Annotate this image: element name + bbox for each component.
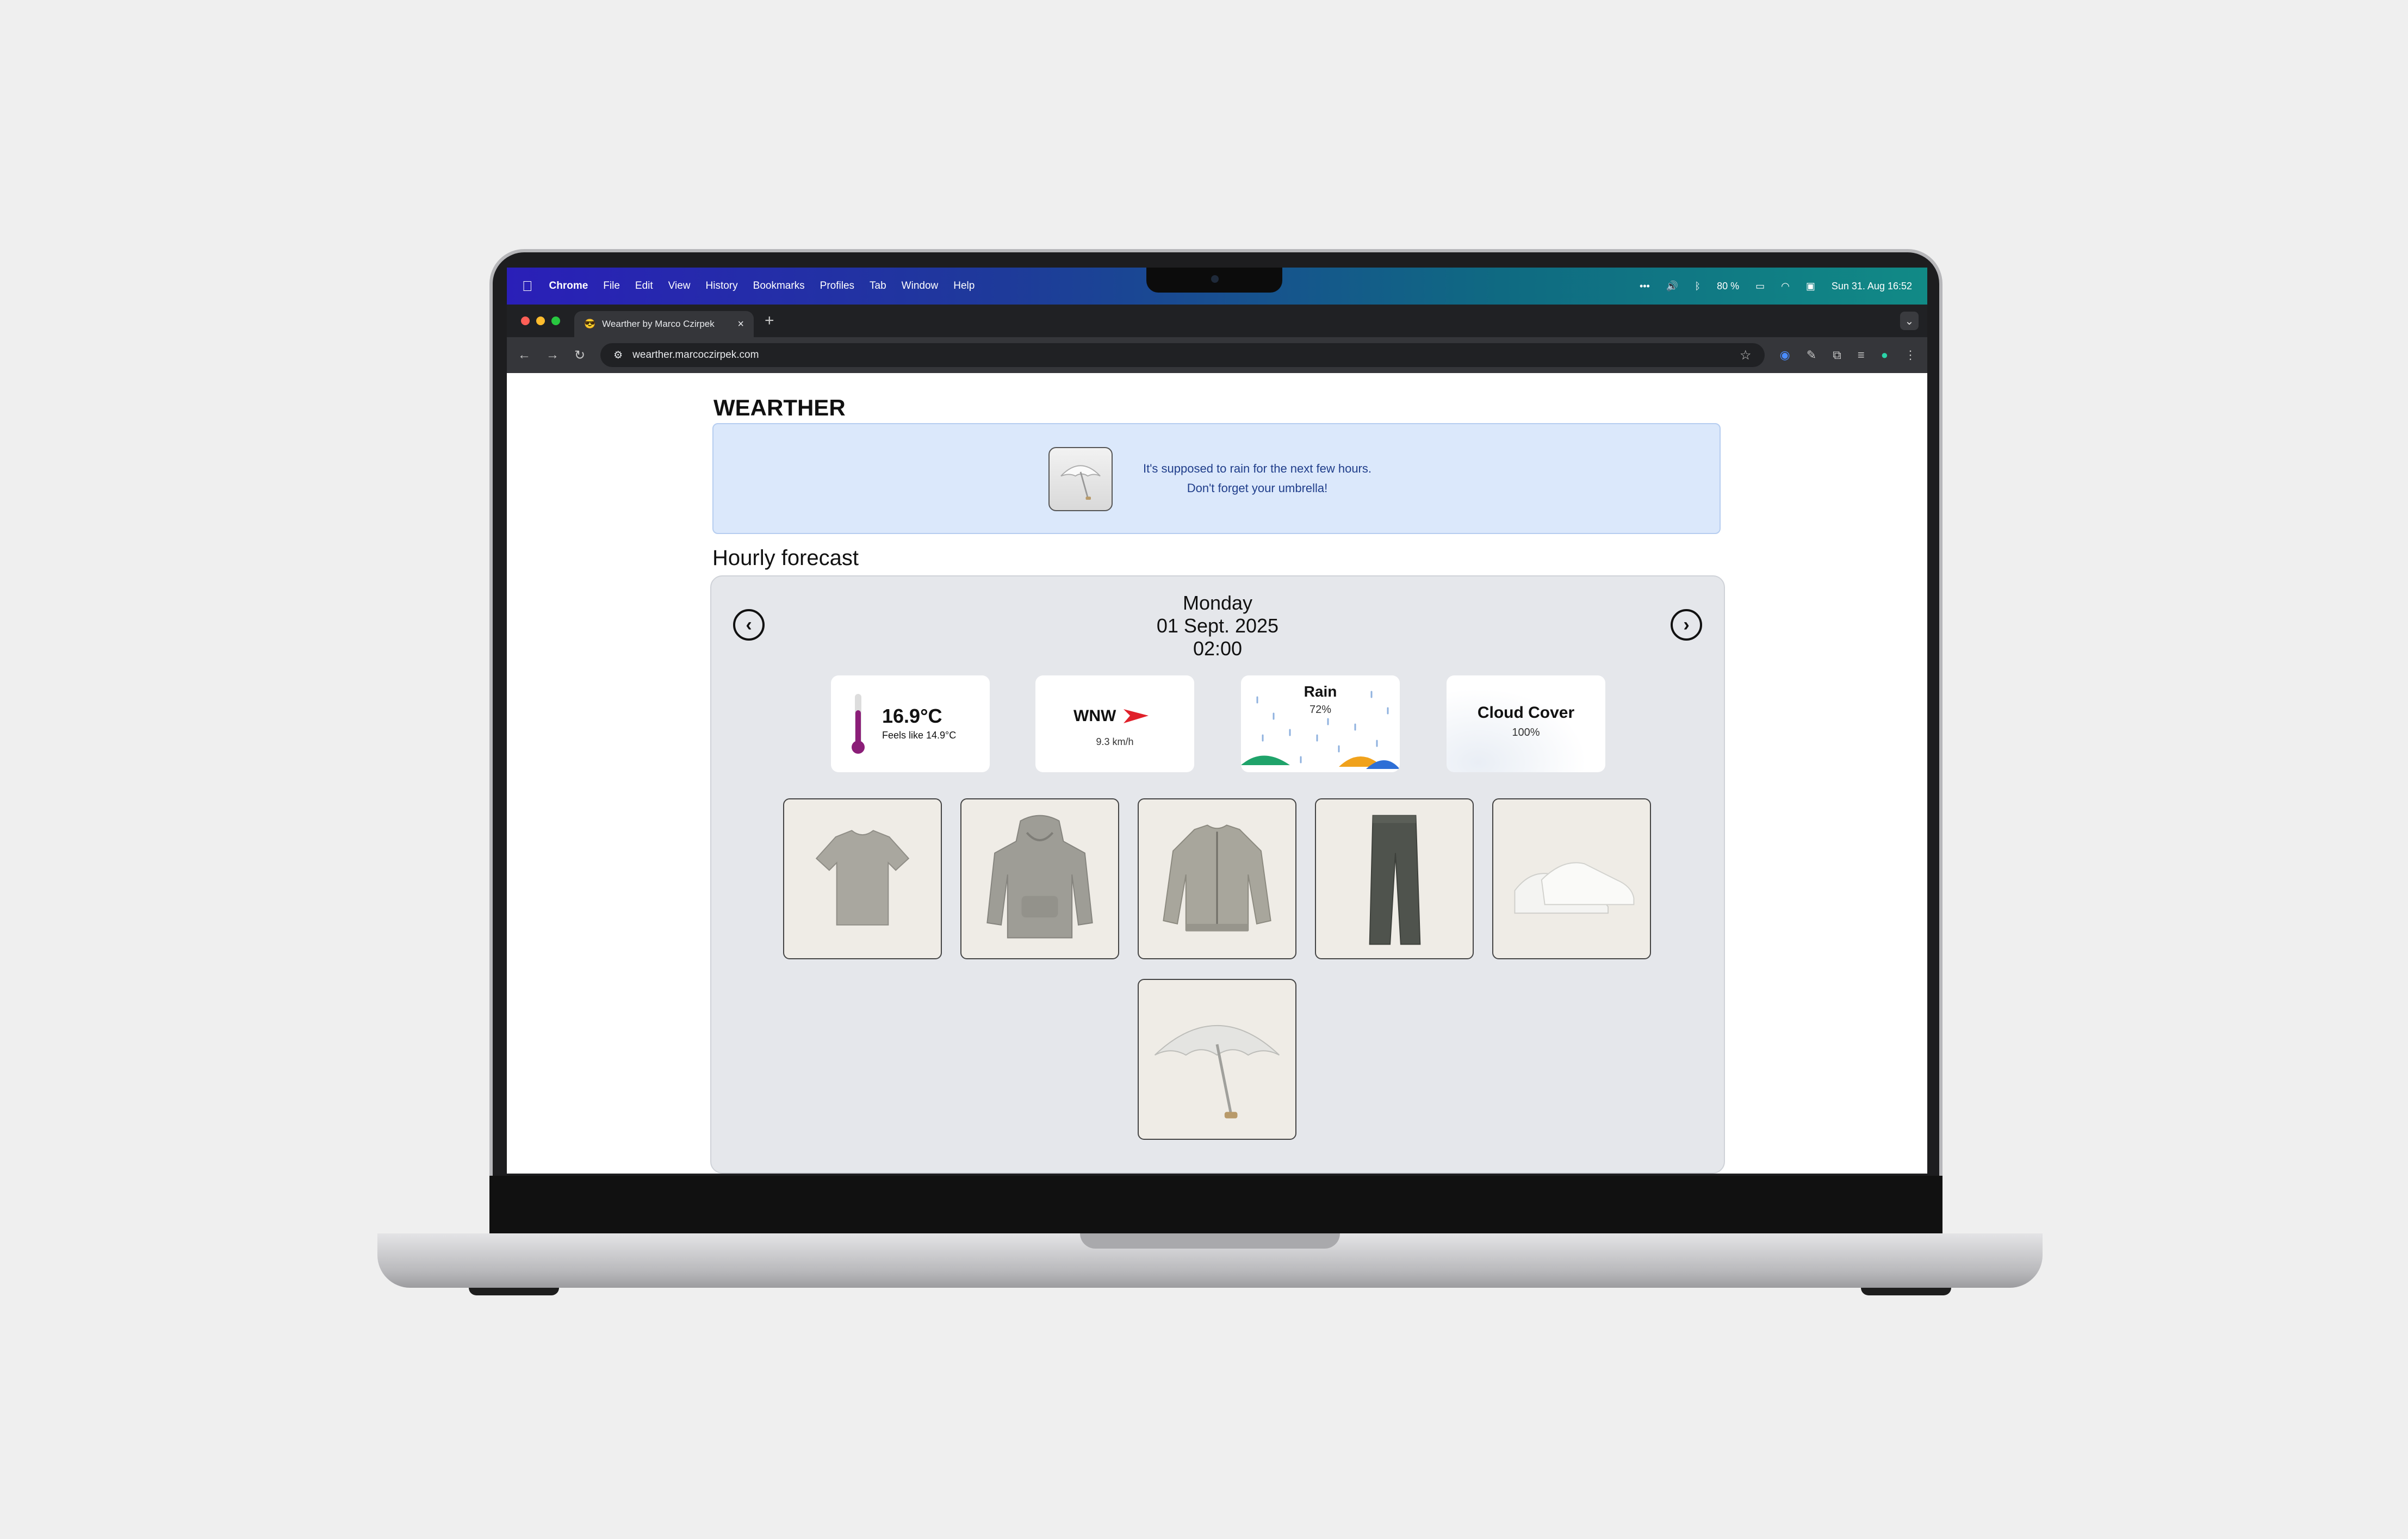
wind-direction: WNW (1073, 707, 1116, 725)
umbrella-icon (1048, 447, 1113, 511)
next-hour-button[interactable]: › (1671, 609, 1702, 641)
browser-toolbar: ← → ↻ ⚙ wearther.marcoczirpek.com ☆ ◉ ✎ … (507, 337, 1927, 373)
forward-arrow-icon[interactable]: → (546, 347, 559, 363)
tab-search-chevron-icon[interactable]: ⌄ (1900, 312, 1919, 330)
extensions-area: ◉ ✎ ⧉ ≡ ● ⋮ (1780, 348, 1917, 362)
app-title: WEARTHER (713, 395, 846, 420)
rain-card: Rain 72% (1241, 675, 1400, 772)
feels-like-value: Feels like 14.9°C (882, 730, 957, 741)
wind-arrow-icon (1124, 709, 1149, 723)
sound-extension-icon[interactable]: ◉ (1780, 348, 1790, 362)
forecast-date: 01 Sept. 2025 (1156, 615, 1279, 637)
menu-tab[interactable]: Tab (870, 280, 886, 292)
camera-notch (1146, 268, 1282, 293)
menu-bookmarks[interactable]: Bookmarks (753, 280, 805, 292)
hourly-forecast-panel: ‹ Monday 01 Sept. 2025 02:00 › 16.9°C Fe… (710, 575, 1725, 1174)
tab-title: Wearther by Marco Czirpek (602, 319, 715, 329)
menu-profiles[interactable]: Profiles (820, 280, 854, 292)
menubar-clock[interactable]: Sun 31. Aug 16:52 (1832, 281, 1912, 292)
menu-window[interactable]: Window (902, 280, 939, 292)
wind-speed: 9.3 km/h (1096, 736, 1134, 747)
rain-label: Rain (1304, 683, 1337, 700)
thermometer-bulb (852, 741, 865, 754)
alert-line-1: It's supposed to rain for the next few h… (1143, 462, 1371, 475)
bomber-jacket-icon (1163, 824, 1271, 932)
camera-icon (1211, 275, 1219, 283)
hoodie-icon (986, 815, 1093, 939)
back-arrow-icon[interactable]: ← (518, 347, 531, 363)
laptop-screen:  Chrome File Edit View History Bookmark… (507, 268, 1927, 1174)
profile-avatar-icon[interactable]: ● (1881, 348, 1888, 362)
rain-probability: 72% (1309, 704, 1332, 716)
laptop-groove (1080, 1233, 1340, 1249)
forecast-datetime: Monday 01 Sept. 2025 02:00 (711, 592, 1724, 660)
cloud-cover-card: Cloud Cover 100% (1447, 675, 1605, 772)
thermometer-icon (855, 694, 861, 746)
battery-percent[interactable]: 80 % (1717, 281, 1739, 292)
laptop-foot-right (1861, 1288, 1951, 1295)
laptop-bottom-bezel (489, 1176, 1942, 1233)
outfit-item-sneakers[interactable] (1492, 798, 1651, 959)
puzzle-extensions-icon[interactable]: ⧉ (1833, 348, 1841, 362)
menu-edit[interactable]: Edit (635, 280, 653, 292)
menu-history[interactable]: History (706, 280, 738, 292)
tab-close-icon[interactable]: × (737, 318, 744, 331)
control-center-icon[interactable]: ▣ (1806, 281, 1815, 292)
window-controls (521, 317, 560, 325)
battery-icon[interactable]: ▭ (1755, 281, 1765, 292)
outfit-item-hoodie[interactable] (960, 798, 1119, 959)
menu-file[interactable]: File (603, 280, 620, 292)
zoom-window-icon[interactable] (551, 317, 560, 325)
outfit-item-umbrella[interactable] (1138, 979, 1296, 1140)
outfit-item-jeans[interactable] (1315, 798, 1474, 959)
cloud-cover-value: 100% (1512, 727, 1540, 739)
wind-card: WNW 9.3 km/h (1035, 675, 1194, 772)
browser-tabstrip: 😎 Wearther by Marco Czirpek × + ⌄ (507, 305, 1927, 337)
minimize-window-icon[interactable] (536, 317, 545, 325)
temperature-value: 16.9°C (882, 705, 942, 727)
t-shirt-icon (815, 830, 910, 926)
chevron-right-icon: › (1683, 614, 1690, 635)
outfit-item-bomber-jacket[interactable] (1138, 798, 1296, 959)
sneakers-icon (1514, 862, 1635, 914)
apple-logo-icon[interactable]:  (522, 278, 533, 295)
reload-icon[interactable]: ↻ (574, 347, 585, 363)
bookmark-star-icon[interactable]: ☆ (1740, 347, 1752, 363)
alert-message: It's supposed to rain for the next few h… (1121, 459, 1393, 498)
forecast-day: Monday (1182, 592, 1253, 614)
browser-menu-icon[interactable]: ⋮ (1904, 348, 1916, 362)
jeans-icon (1369, 815, 1421, 945)
hourly-forecast-title: Hourly forecast (712, 546, 859, 570)
volume-icon[interactable]: 🔊 (1666, 281, 1678, 292)
site-settings-icon[interactable]: ⚙ (613, 349, 623, 362)
menu-help[interactable]: Help (953, 280, 975, 292)
more-dots-icon[interactable]: ••• (1640, 281, 1650, 292)
pen-extension-icon[interactable]: ✎ (1807, 348, 1816, 362)
close-window-icon[interactable] (521, 317, 530, 325)
cloud-cover-label: Cloud Cover (1477, 704, 1575, 722)
menu-app-chrome[interactable]: Chrome (549, 280, 588, 292)
forecast-time: 02:00 (1193, 637, 1243, 660)
umbrella-icon (1154, 1025, 1280, 1119)
menu-view[interactable]: View (668, 280, 691, 292)
bluetooth-icon[interactable]: ᛒ (1695, 281, 1701, 292)
rain-alert-banner: It's supposed to rain for the next few h… (712, 423, 1721, 534)
temperature-card: 16.9°C Feels like 14.9°C (831, 675, 990, 772)
laptop-base (377, 1233, 2043, 1288)
wifi-icon[interactable]: ◠ (1781, 281, 1790, 292)
alert-line-2: Don't forget your umbrella! (1187, 481, 1328, 495)
url-text[interactable]: wearther.marcoczirpek.com (632, 349, 759, 361)
laptop-foot-left (469, 1288, 559, 1295)
address-bar[interactable]: ⚙ wearther.marcoczirpek.com ☆ (600, 343, 1765, 367)
tab-favicon-icon: 😎 (584, 319, 596, 329)
web-page: WEARTHER It's supposed to rain for the n… (507, 373, 1927, 1174)
new-tab-icon[interactable]: + (765, 312, 774, 330)
reading-list-icon[interactable]: ≡ (1858, 348, 1865, 362)
browser-tab-active[interactable]: 😎 Wearther by Marco Czirpek × (574, 311, 754, 337)
outfit-item-tshirt[interactable] (783, 798, 942, 959)
menubar-status-area: ••• 🔊 ᛒ 80 % ▭ ◠ ▣ Sun 31. Aug 16:52 (1640, 281, 1912, 292)
